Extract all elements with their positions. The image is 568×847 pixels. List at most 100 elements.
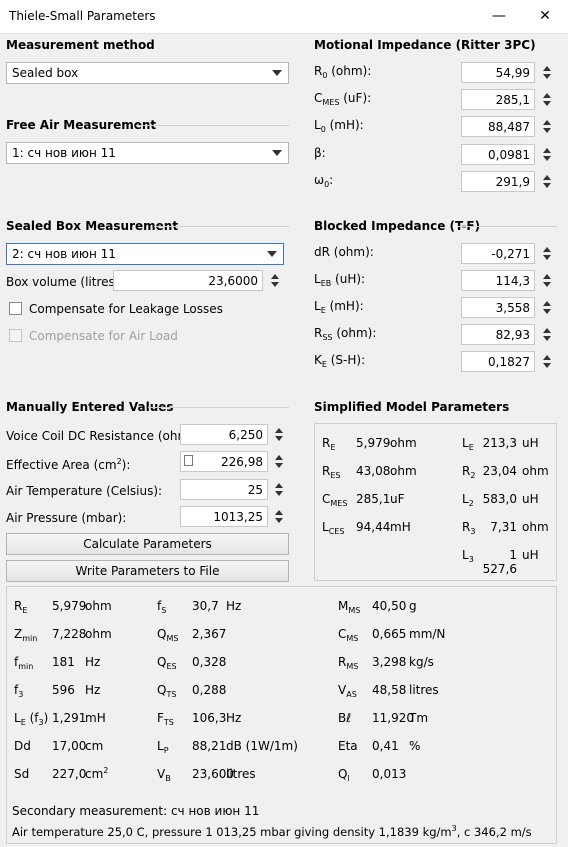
chevron-down-icon xyxy=(272,150,282,156)
effective-area-stepper[interactable] xyxy=(270,451,288,472)
blocked-stepper[interactable] xyxy=(538,351,556,372)
free-air-header: Free Air Measurement xyxy=(6,118,157,132)
blocked-symbol: L xyxy=(314,272,321,286)
motional-value: 88,487 xyxy=(488,120,530,134)
unit: mH xyxy=(85,711,106,725)
motional-input[interactable]: 54,99 xyxy=(461,62,535,83)
result-unit: litres xyxy=(226,767,256,781)
air-pressure-stepper[interactable] xyxy=(270,506,288,527)
effective-area-input[interactable]: 226,98 xyxy=(180,451,268,472)
arrow-down-icon xyxy=(543,183,551,188)
motional-input[interactable]: 291,9 xyxy=(461,171,535,192)
simplified-symbol: RES xyxy=(322,464,340,480)
motional-label: R0 (ohm): xyxy=(314,64,371,80)
result-symbol: QTS xyxy=(157,683,176,699)
simplified-value: 285,1 xyxy=(356,492,391,506)
result-unit: mH xyxy=(85,711,106,725)
unit: g xyxy=(409,599,417,613)
motional-value: 0,0981 xyxy=(488,148,530,162)
box-volume-input[interactable]: 23,6000 xyxy=(113,270,263,291)
simplified-symbol: CMES xyxy=(322,492,347,508)
minimize-button[interactable]: — xyxy=(476,0,522,33)
air-temp-stepper[interactable] xyxy=(270,479,288,500)
simplified-symbol: L3 xyxy=(462,548,474,564)
sealed-box-select[interactable]: 2: сч нов июн 11 xyxy=(6,243,284,265)
result-unit: ohm xyxy=(85,599,112,613)
simplified-value: 43,08 xyxy=(356,464,391,478)
motional-input[interactable]: 0,0981 xyxy=(461,144,535,165)
motional-stepper[interactable] xyxy=(538,89,556,110)
blocked-input[interactable]: 3,558 xyxy=(461,297,535,318)
motional-unit: (uF): xyxy=(339,91,372,105)
motional-input[interactable]: 88,487 xyxy=(461,116,535,137)
result-value: 17,00 xyxy=(52,739,87,753)
box-volume-stepper[interactable] xyxy=(266,270,284,291)
blocked-stepper[interactable] xyxy=(538,324,556,345)
blocked-label: RSS (ohm): xyxy=(314,326,376,342)
calculate-parameters-button[interactable]: Calculate Parameters xyxy=(6,533,289,555)
motional-stepper[interactable] xyxy=(538,116,556,137)
motional-stepper[interactable] xyxy=(538,171,556,192)
symbol-extra: (f xyxy=(25,711,39,725)
blocked-label: LE (mH): xyxy=(314,299,364,315)
vc-resistance-stepper[interactable] xyxy=(270,424,288,445)
result-unit: Hz xyxy=(226,599,241,613)
result-symbol: VAS xyxy=(338,683,357,699)
arrow-up-icon xyxy=(275,510,283,515)
result-value: 1,291 xyxy=(52,711,87,725)
blocked-input[interactable]: -0,271 xyxy=(461,243,535,264)
divider xyxy=(136,125,289,126)
result-unit: Hz xyxy=(85,655,100,669)
motional-value: 54,99 xyxy=(495,66,530,80)
simplified-symbol: RE xyxy=(322,436,335,452)
measurement-method-select[interactable]: Sealed box xyxy=(6,62,289,84)
close-button[interactable]: ✕ xyxy=(522,0,568,33)
result-value: 227,0 xyxy=(52,767,87,781)
result-value: 88,21 xyxy=(192,739,227,753)
subscript: S xyxy=(161,606,167,615)
subscript: l xyxy=(347,774,350,783)
blocked-header: Blocked Impedance (T-F) xyxy=(314,219,481,233)
arrow-down-icon xyxy=(275,463,283,468)
blocked-value: 82,93 xyxy=(495,328,530,342)
blocked-input[interactable]: 114,3 xyxy=(461,270,535,291)
result-unit: Tm xyxy=(409,711,428,725)
blocked-stepper[interactable] xyxy=(538,297,556,318)
arrow-up-icon xyxy=(543,355,551,360)
unit: litres xyxy=(409,683,439,697)
subscript: MS xyxy=(166,634,179,643)
result-unit: mm/N xyxy=(409,627,445,641)
result-symbol: f3 xyxy=(14,683,23,699)
result-symbol: QES xyxy=(157,655,177,671)
symbol: L xyxy=(14,711,21,725)
vc-resistance-value: 6,250 xyxy=(228,428,263,442)
free-air-select[interactable]: 1: сч нов июн 11 xyxy=(6,142,289,164)
result-unit: cm xyxy=(85,739,103,753)
air-temp-input[interactable]: 25 xyxy=(180,479,268,500)
simplified-unit: ohm xyxy=(390,464,417,478)
result-unit: ohm xyxy=(85,627,112,641)
blocked-stepper[interactable] xyxy=(538,243,556,264)
motional-stepper[interactable] xyxy=(538,62,556,83)
blocked-input[interactable]: 82,93 xyxy=(461,324,535,345)
result-value: 5,979 xyxy=(52,599,87,613)
air-pressure-input[interactable]: 1013,25 xyxy=(180,506,268,527)
motional-input[interactable]: 285,1 xyxy=(461,89,535,110)
simplified-value: 5,979 xyxy=(356,436,391,450)
motional-label: β: xyxy=(314,146,326,160)
arrow-up-icon xyxy=(543,328,551,333)
symbol: F xyxy=(157,711,164,725)
motional-symbol: β: xyxy=(314,146,326,160)
calculator-icon[interactable] xyxy=(184,455,193,466)
compensate-leakage-checkbox[interactable] xyxy=(9,302,22,315)
chevron-down-icon xyxy=(267,251,277,257)
motional-stepper[interactable] xyxy=(538,144,556,165)
unit: Hz xyxy=(226,599,242,613)
symbol: Bℓ xyxy=(338,711,352,725)
vc-resistance-input[interactable]: 6,250 xyxy=(180,424,268,445)
write-parameters-button[interactable]: Write Parameters to File xyxy=(6,560,289,582)
arrow-up-icon xyxy=(543,66,551,71)
simplified-value: 7,31 xyxy=(490,520,517,534)
blocked-stepper[interactable] xyxy=(538,270,556,291)
blocked-input[interactable]: 0,1827 xyxy=(461,351,535,372)
